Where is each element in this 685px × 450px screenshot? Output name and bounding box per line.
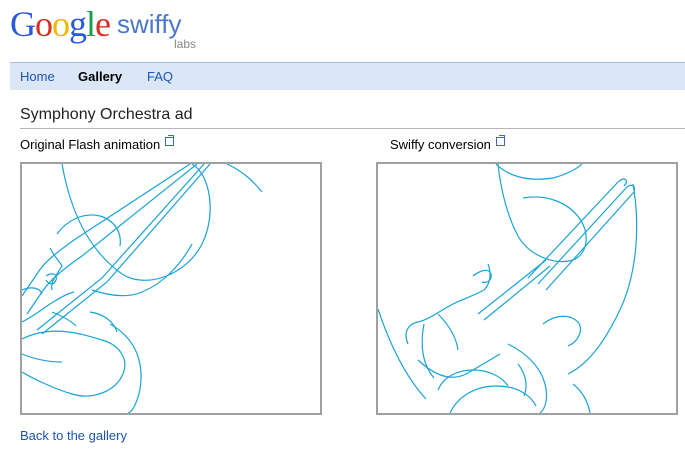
violin-curve	[507, 343, 548, 413]
back-to-gallery-link[interactable]: Back to the gallery	[20, 428, 127, 443]
violin-curve	[495, 164, 583, 180]
logo-letter: l	[86, 4, 96, 44]
google-swiffy-logo: Google swiffy labs	[10, 4, 210, 52]
logo-letter: g	[69, 4, 87, 44]
violin-curve	[542, 315, 581, 347]
violin-curve	[226, 164, 263, 193]
violin-curve	[91, 243, 193, 297]
labs-label: labs	[174, 37, 197, 51]
violin-curve	[517, 363, 527, 397]
logo-letter: o	[52, 4, 70, 44]
original-animation-label: Original Flash animation	[20, 135, 175, 152]
page-title: Symphony Orchestra ad	[20, 105, 685, 129]
logo-letter: o	[35, 4, 53, 44]
violin-curve	[22, 353, 63, 363]
top-navigation-bar: Home Gallery FAQ	[10, 62, 685, 90]
nav-faq-link[interactable]: FAQ	[147, 70, 173, 84]
violin-curve	[405, 263, 491, 345]
violin-curve	[22, 330, 126, 397]
nav-home-link[interactable]: Home	[20, 70, 55, 84]
violin-curve	[437, 369, 509, 391]
logo-letter: G	[10, 4, 36, 44]
external-link-icon[interactable]	[495, 135, 505, 146]
original-animation-label-text: Original Flash animation	[20, 137, 161, 152]
violin-curve	[483, 265, 551, 321]
product-name: swiffy	[117, 9, 182, 39]
violin-curve	[437, 313, 459, 351]
swiffy-conversion-label-text: Swiffy conversion	[390, 137, 491, 152]
violin-curve	[572, 383, 591, 413]
swiffy-conversion-label: Swiffy conversion	[390, 135, 505, 152]
violin-curve	[45, 273, 57, 285]
violin-line-art-original	[22, 164, 263, 413]
original-flash-animation-frame[interactable]	[20, 162, 322, 415]
external-link-icon[interactable]	[165, 135, 175, 146]
logo-letter: e	[95, 4, 111, 44]
violin-line-art-swiffy	[378, 164, 638, 413]
nav-gallery-current: Gallery	[78, 69, 123, 84]
violin-curve	[26, 164, 198, 315]
violin-curve	[567, 183, 638, 375]
violin-curve	[89, 311, 118, 333]
violin-curve	[421, 323, 435, 379]
swiffy-conversion-frame[interactable]	[376, 162, 678, 415]
google-wordmark: Google	[10, 4, 111, 44]
violin-curve	[449, 385, 537, 413]
violin-curve	[472, 269, 492, 283]
violin-curve	[51, 311, 77, 327]
violin-curve	[109, 323, 142, 413]
violin-curve	[477, 259, 547, 315]
violin-curve	[36, 164, 205, 331]
violin-curve	[378, 308, 427, 400]
